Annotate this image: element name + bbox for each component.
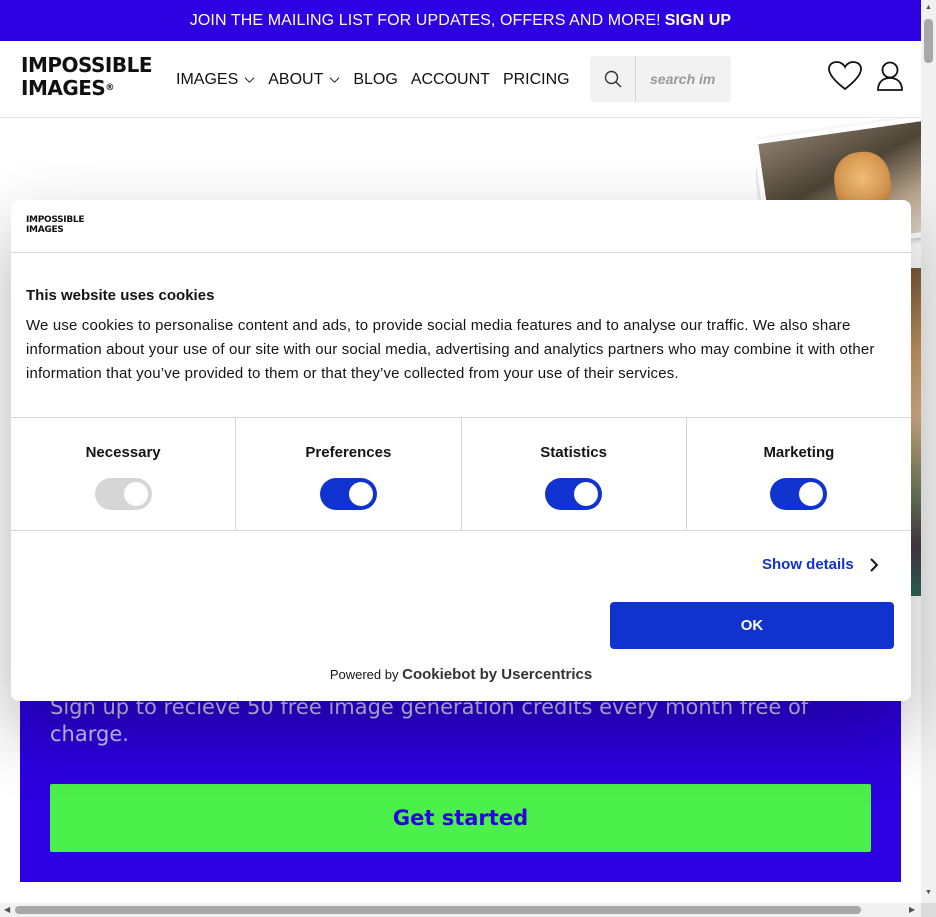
sign-up-link[interactable]: SIGN UP [665,12,732,30]
banner-text: JOIN THE MAILING LIST FOR UPDATES, OFFER… [189,11,661,29]
cookiebot-brand-link[interactable]: Cookiebot by Usercentrics [402,666,592,683]
show-details-link[interactable]: Show details [762,556,878,573]
site-header: IMPOSSIBLE IMAGES® IMAGES ABOUT BLOG ACC… [0,41,921,118]
scroll-left-arrow-icon[interactable]: ◀ [4,905,10,914]
vertical-scrollbar[interactable]: ▲ ▼ [921,0,936,903]
chevron-right-icon [869,557,878,572]
chevron-down-icon [244,77,255,83]
search-box [590,56,731,102]
logo-line-2: IMAGES [21,76,106,100]
nav-item-account[interactable]: ACCOUNT [411,71,490,89]
toggle-marketing-label: Marketing [763,444,835,461]
search-icon[interactable] [590,56,636,102]
cookie-dialog-logo: IMPOSSIBLE IMAGES [26,215,85,235]
switch-knob [799,482,824,506]
nav-images-label: IMAGES [176,70,239,88]
chevron-down-icon [329,77,340,83]
heart-icon[interactable] [828,61,862,91]
site-logo[interactable]: IMPOSSIBLE IMAGES® [21,53,153,106]
toggle-marketing: Marketing [687,418,911,530]
cookie-consent-dialog: IMPOSSIBLE IMAGES This website uses cook… [11,200,911,701]
logo-registered-mark: ® [105,83,114,93]
switch-knob [574,482,599,506]
scroll-right-arrow-icon[interactable]: ▶ [909,905,915,914]
switch-knob [348,482,373,506]
nav-about-label: ABOUT [268,70,324,88]
nav-item-about[interactable]: ABOUT [268,71,340,89]
powered-by: Powered by Cookiebot by Usercentrics [11,666,911,683]
cookie-logo-line-1: IMPOSSIBLE [26,215,85,225]
search-input[interactable] [636,71,726,87]
scrollbar-corner [921,903,936,917]
statistics-switch[interactable] [545,478,603,510]
nav-item-pricing[interactable]: PRICING [503,71,570,89]
mailing-list-banner: JOIN THE MAILING LIST FOR UPDATES, OFFER… [0,0,921,41]
main-nav: IMAGES ABOUT BLOG ACCOUNT PRICING [176,41,570,118]
marketing-switch[interactable] [770,478,828,510]
nav-item-images[interactable]: IMAGES [176,71,255,89]
switch-knob [123,482,148,506]
cookie-dialog-title: This website uses cookies [26,287,215,304]
cookie-dialog-body: We use cookies to personalise content an… [26,317,875,382]
show-details-label: Show details [762,556,854,573]
nav-pricing-label: PRICING [502,70,570,88]
toggle-preferences: Preferences [236,418,462,530]
logo-line-1: IMPOSSIBLE [21,53,153,77]
toggle-necessary: Necessary [11,418,237,530]
user-icon[interactable] [876,61,904,91]
get-started-button[interactable]: Get started [50,784,871,852]
cookie-logo-line-2: IMAGES [26,225,64,235]
toggle-statistics: Statistics [462,418,687,530]
horizontal-scroll-thumb[interactable] [15,906,861,914]
ok-button[interactable]: OK [610,602,894,649]
toggle-preferences-label: Preferences [305,444,392,461]
nav-blog-label: BLOG [353,70,398,88]
preferences-switch[interactable] [319,478,377,510]
toggle-necessary-label: Necessary [85,444,161,461]
toggle-statistics-label: Statistics [540,444,607,461]
vertical-scroll-thumb[interactable] [924,19,933,63]
scroll-down-arrow-icon[interactable]: ▼ [925,889,932,896]
powered-by-label: Powered by [329,667,399,682]
nav-account-label: ACCOUNT [410,70,490,88]
promo-text: Sign up to recieve 50 free image generat… [50,695,809,746]
scroll-up-arrow-icon[interactable]: ▲ [925,4,932,11]
necessary-switch [94,478,152,510]
horizontal-scrollbar[interactable]: ◀ ▶ [0,903,921,917]
cookie-dialog-header: IMPOSSIBLE IMAGES [11,200,911,253]
cookie-category-toggles: Necessary Preferences Statistics Marketi… [11,417,911,531]
nav-item-blog[interactable]: BLOG [353,71,397,89]
